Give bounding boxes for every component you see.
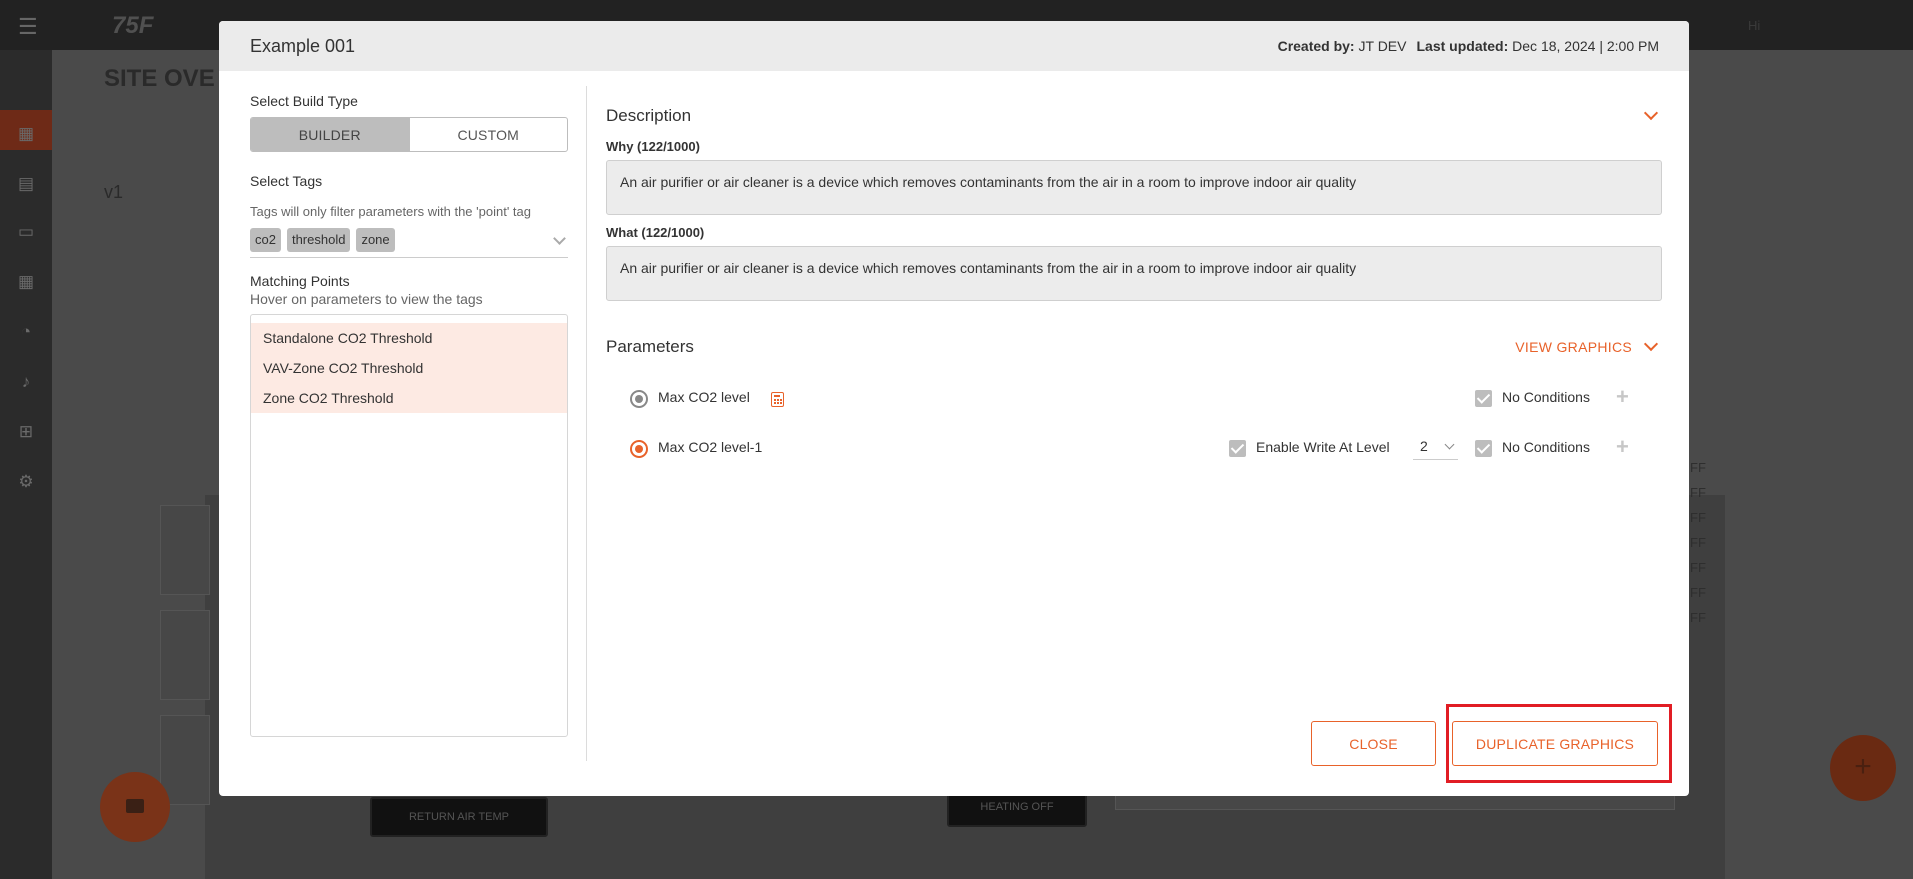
chart-icon: ◔ bbox=[20, 322, 32, 341]
enable-write-label: Enable Write At Level bbox=[1256, 439, 1390, 455]
add-condition-icon[interactable]: + bbox=[1616, 435, 1629, 459]
why-label: Why (122/1000) bbox=[606, 139, 700, 154]
bg-card bbox=[160, 715, 210, 805]
modal-header: Example 001 Created by: JT DEV Last upda… bbox=[219, 21, 1689, 71]
bg-status-line: FF bbox=[1690, 560, 1706, 575]
enable-write-checkbox[interactable] bbox=[1229, 440, 1246, 457]
description-header: Description bbox=[606, 104, 1662, 128]
tags-select[interactable]: co2 threshold zone bbox=[250, 228, 568, 258]
tags-hint: Tags will only filter parameters with th… bbox=[250, 204, 531, 219]
chevron-down-icon[interactable] bbox=[1643, 336, 1659, 352]
bg-status-line: FF bbox=[1690, 460, 1706, 475]
no-conditions-checkbox[interactable] bbox=[1475, 440, 1492, 457]
bg-return-air-temp-button: RETURN AIR TEMP bbox=[370, 797, 548, 837]
parameter-row: Max CO2 level No Conditions + bbox=[606, 373, 1662, 423]
list-item[interactable]: VAV-Zone CO2 Threshold bbox=[251, 353, 567, 383]
right-panel: Description Why (122/1000) An air purifi… bbox=[606, 104, 1662, 473]
no-conditions-label: No Conditions bbox=[1502, 439, 1590, 455]
matching-points-hint: Hover on parameters to view the tags bbox=[250, 291, 483, 307]
dashboard-icon: ▦ bbox=[17, 124, 35, 143]
parameters-title: Parameters bbox=[606, 337, 694, 356]
modal-meta: Created by: JT DEV Last updated: Dec 18,… bbox=[1278, 38, 1659, 54]
bg-status-line: FF bbox=[1690, 485, 1706, 500]
bg-status-line: FF bbox=[1690, 585, 1706, 600]
level-select[interactable]: 2 bbox=[1413, 436, 1458, 460]
bg-status-line: FF bbox=[1690, 535, 1706, 550]
add-condition-icon[interactable]: + bbox=[1616, 385, 1629, 409]
close-button[interactable]: CLOSE bbox=[1311, 721, 1436, 766]
build-type-toggle: BUILDER CUSTOM bbox=[250, 117, 568, 152]
monitor-icon: ▭ bbox=[17, 222, 35, 241]
parameters-header: Parameters VIEW GRAPHICS bbox=[606, 335, 1662, 359]
chevron-down-icon[interactable] bbox=[1643, 105, 1659, 121]
no-conditions-label: No Conditions bbox=[1502, 389, 1590, 405]
view-graphics-label[interactable]: VIEW GRAPHICS bbox=[1515, 339, 1632, 355]
bg-card bbox=[160, 505, 210, 595]
list-item[interactable]: Zone CO2 Threshold bbox=[251, 383, 567, 413]
modal-title: Example 001 bbox=[250, 35, 356, 56]
highlight-box bbox=[1446, 704, 1672, 783]
grid-icon: ▦ bbox=[17, 272, 35, 291]
bg-card bbox=[160, 610, 210, 700]
builder-option[interactable]: BUILDER bbox=[251, 118, 409, 151]
chevron-down-icon[interactable] bbox=[553, 232, 566, 245]
tags-label: Select Tags bbox=[250, 173, 323, 189]
level-value: 2 bbox=[1420, 438, 1428, 454]
bg-page-title: SITE OVE bbox=[104, 65, 215, 92]
parameter-name: Max CO2 level bbox=[658, 389, 750, 405]
bg-status-line: FF bbox=[1690, 610, 1706, 625]
bell-icon: ♪ bbox=[21, 372, 31, 391]
gear-icon: ⚙ bbox=[18, 472, 34, 491]
bg-version-label: v1 bbox=[104, 182, 124, 202]
column-divider bbox=[586, 86, 587, 761]
tag-chip[interactable]: threshold bbox=[286, 228, 351, 252]
parameter-radio[interactable] bbox=[630, 390, 648, 408]
custom-option[interactable]: CUSTOM bbox=[408, 118, 568, 151]
tag-chip[interactable]: zone bbox=[356, 228, 395, 252]
app-logo: 75F bbox=[112, 12, 154, 39]
bg-user-greeting: Hi bbox=[1748, 18, 1761, 33]
parameter-radio[interactable] bbox=[630, 440, 648, 458]
matching-points-list: Standalone CO2 Threshold VAV-Zone CO2 Th… bbox=[250, 314, 568, 737]
modal-dialog: Example 001 Created by: JT DEV Last upda… bbox=[219, 21, 1689, 796]
calculator-icon[interactable] bbox=[771, 392, 784, 407]
parameter-name: Max CO2 level-1 bbox=[658, 439, 763, 455]
last-updated: Last updated: Dec 18, 2024 | 2:00 PM bbox=[1416, 38, 1659, 54]
matching-points-label: Matching Points bbox=[250, 273, 350, 289]
menu-icon: ☰ bbox=[18, 14, 38, 39]
no-conditions-checkbox[interactable] bbox=[1475, 390, 1492, 407]
app-sidebar: ▦ ▤ ▭ ▦ ◔ ♪ ⊞ ⚙ bbox=[0, 50, 52, 879]
hierarchy-icon: ⊞ bbox=[18, 422, 34, 441]
what-field[interactable]: An air purifier or air cleaner is a devi… bbox=[606, 246, 1662, 301]
left-panel: Select Build Type BUILDER CUSTOM Select … bbox=[250, 93, 568, 737]
bg-status-line: FF bbox=[1690, 510, 1706, 525]
calendar-icon: ▤ bbox=[17, 174, 35, 193]
add-fab-icon: + bbox=[1830, 735, 1896, 801]
build-type-label: Select Build Type bbox=[250, 93, 358, 109]
description-title: Description bbox=[606, 106, 692, 125]
tag-chip[interactable]: co2 bbox=[250, 228, 281, 252]
view-graphics-link[interactable]: VIEW GRAPHICS bbox=[1515, 336, 1662, 355]
parameter-row: Max CO2 level-1 Enable Write At Level 2 … bbox=[606, 423, 1662, 473]
what-label: What (122/1000) bbox=[606, 225, 705, 240]
created-by: Created by: JT DEV bbox=[1277, 38, 1407, 54]
why-field[interactable]: An air purifier or air cleaner is a devi… bbox=[606, 160, 1662, 215]
list-item[interactable]: Standalone CO2 Threshold bbox=[251, 323, 567, 353]
chat-icon bbox=[100, 772, 170, 842]
chevron-down-icon bbox=[1444, 439, 1455, 450]
